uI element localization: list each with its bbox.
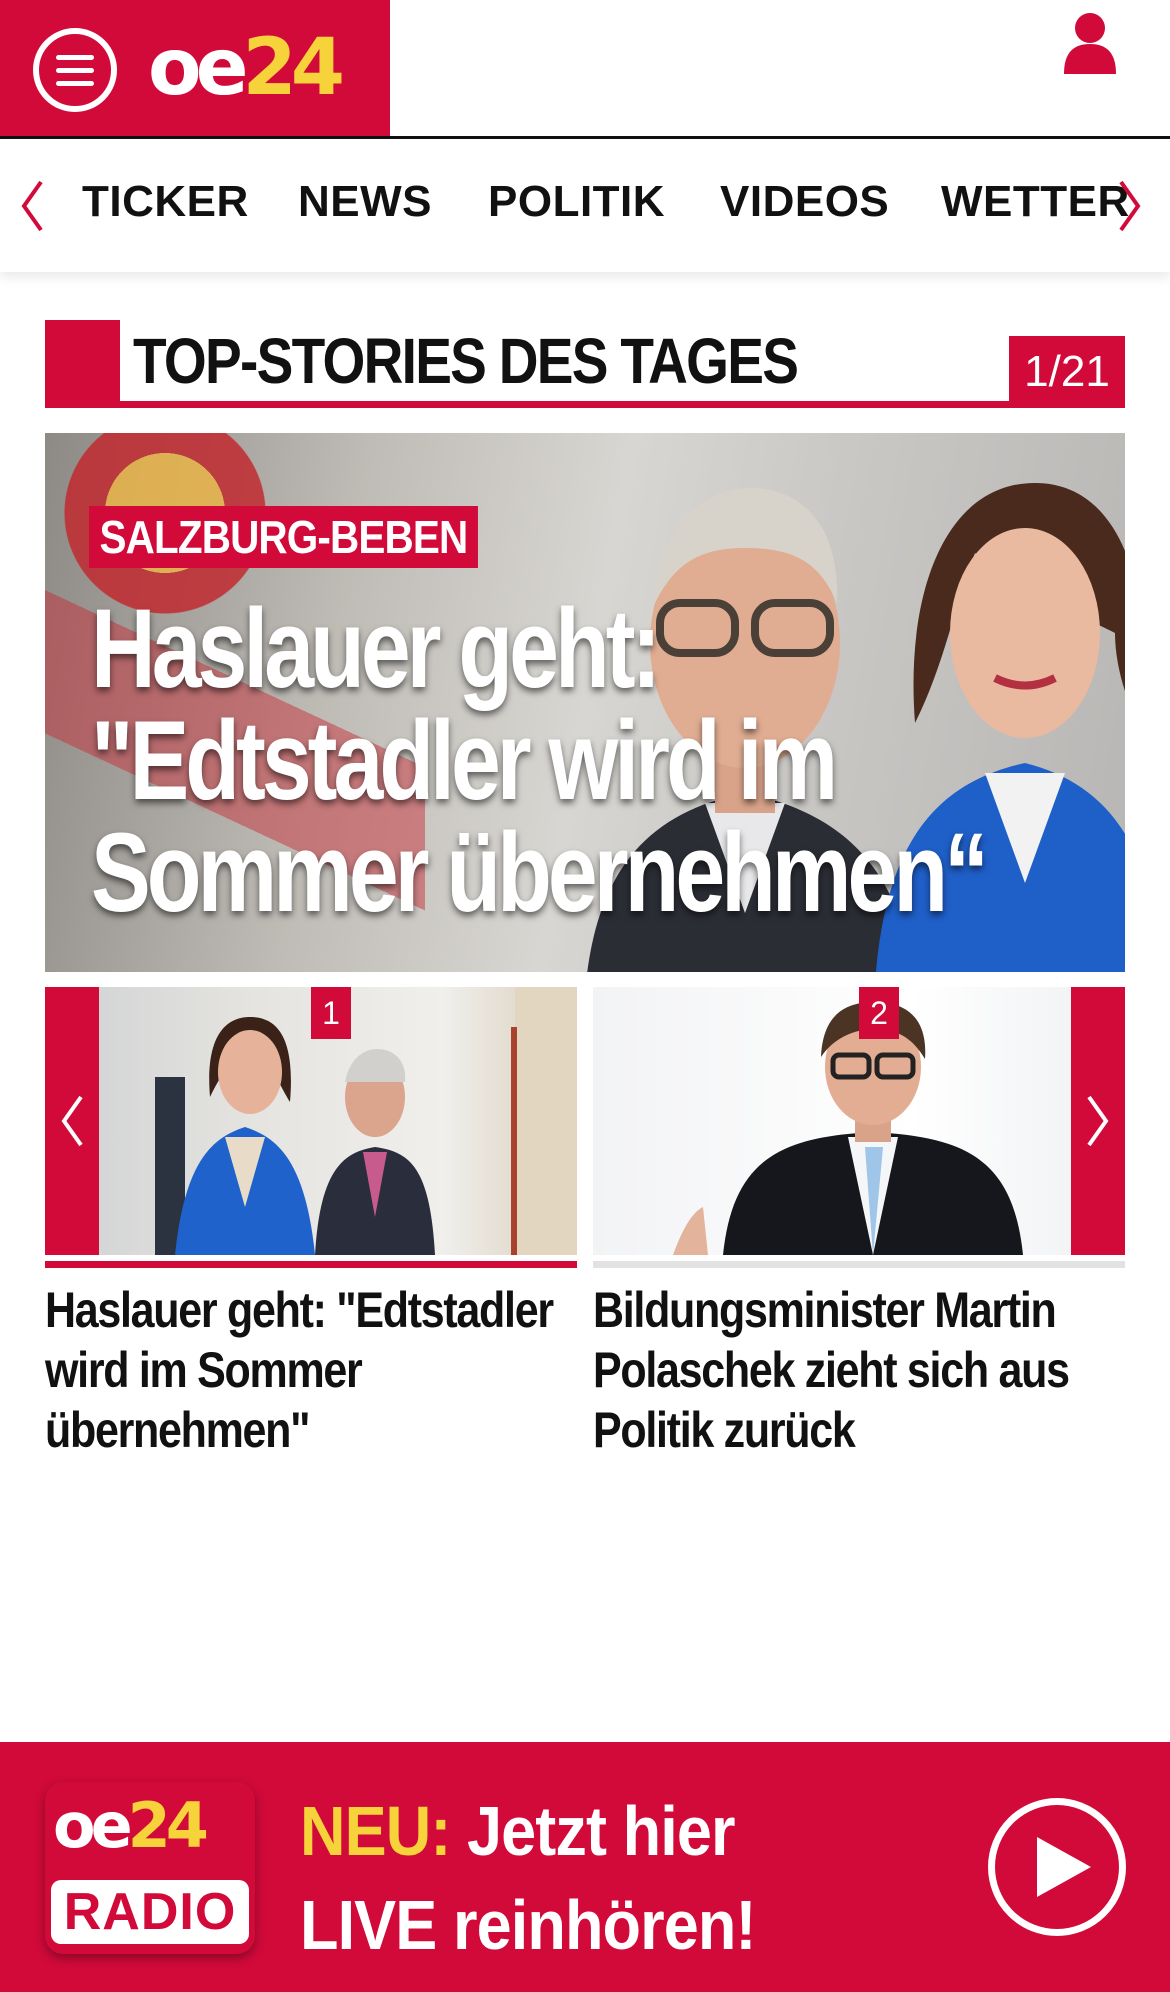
brand-bar: oe24 [0,0,390,136]
nav-item-videos[interactable]: VIDEOS [720,177,889,227]
nav-item-wetter[interactable]: WETTER [941,177,1130,227]
section-header: TOP-STORIES DES TAGES 1/21 [45,320,1125,408]
radio-promo-line2: LIVE reinhören! [300,1886,756,1964]
hero-headline[interactable]: Haslauer geht: "Edtstadler wird im Somme… [91,593,1091,929]
slide-counter: 1/21 [1009,336,1125,408]
radio-logo-label: RADIO [51,1880,249,1944]
story-card-image[interactable]: 2 [593,987,1125,1255]
category-nav: TICKER NEWS POLITIK VIDEOS WETTER [0,139,1170,272]
site-header: oe24 [0,0,1170,139]
chevron-right-icon[interactable] [1110,139,1150,272]
story-card-title[interactable]: Haslauer geht: "Edtstadler wird im Somme… [45,1280,578,1460]
radio-logo: oe24 RADIO [45,1782,255,1954]
user-icon[interactable] [1062,12,1118,74]
story-card-image[interactable]: 1 [45,987,577,1255]
radio-promo-new: NEU: [300,1792,451,1870]
radio-promo-line1: Jetzt hier [450,1792,735,1870]
radio-promo-text[interactable]: NEU: Jetzt hier LIVE reinhören! [300,1784,756,1972]
inactive-indicator [593,1261,1125,1268]
story-card[interactable]: 1 Haslauer geht: "Edtstadler wird im Som… [45,987,577,1460]
hero-story[interactable]: SALZBURG-BEBEN Haslauer geht: "Edtstadle… [45,433,1125,972]
nav-item-news[interactable]: NEWS [298,177,432,227]
nav-item-ticker[interactable]: TICKER [82,177,249,227]
story-number-badge: 1 [311,987,351,1039]
play-icon[interactable] [988,1798,1126,1936]
chevron-left-icon[interactable] [12,139,52,272]
chevron-right-icon[interactable] [1071,987,1125,1255]
section-accent-block [45,320,120,408]
chevron-left-icon[interactable] [45,987,99,1255]
nav-item-politik[interactable]: POLITIK [488,177,665,227]
story-card[interactable]: 2 Bildungsminister Martin Polaschek zieh… [593,987,1125,1460]
active-indicator [45,1261,577,1268]
hamburger-menu-icon[interactable] [33,28,117,112]
radio-banner[interactable]: oe24 RADIO NEU: Jetzt hier LIVE reinhöre… [0,1742,1170,1992]
section-title: TOP-STORIES DES TAGES [133,325,799,397]
hero-kicker: SALZBURG-BEBEN [89,506,478,568]
story-number-badge: 2 [859,987,899,1039]
story-card-title[interactable]: Bildungsminister Martin Polaschek zieht … [593,1280,1126,1460]
site-logo[interactable]: oe24 [148,22,345,114]
